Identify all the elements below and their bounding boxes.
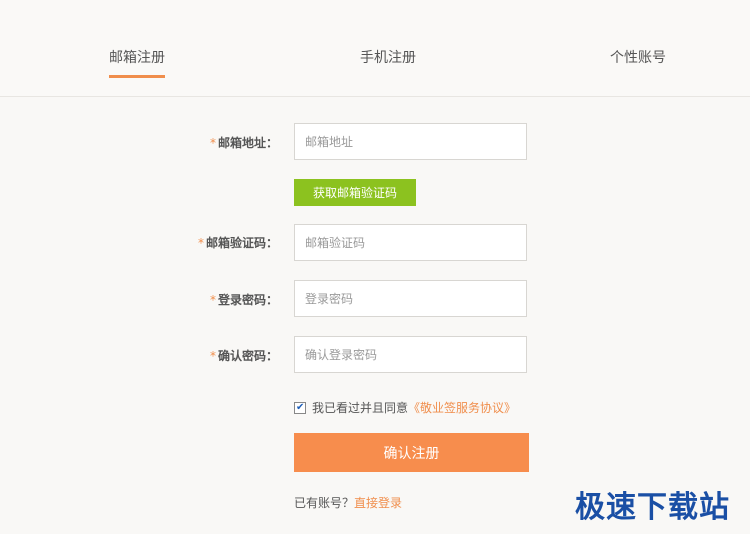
tab-phone-register[interactable]: 手机注册	[360, 47, 416, 67]
have-account-text: 已有账号？	[294, 496, 355, 510]
confirm-register-button[interactable]: 确认注册	[294, 433, 529, 472]
password-input[interactable]	[294, 280, 527, 317]
direct-login-link[interactable]: 直接登录	[354, 496, 402, 510]
have-account-row: 已有账号？直接登录	[294, 494, 402, 511]
active-tab-indicator	[109, 75, 165, 78]
required-mark: *	[209, 349, 216, 363]
password-label: * 登录密码：	[209, 293, 278, 307]
check-icon: ✔	[296, 401, 305, 413]
email-label: * 邮箱地址：	[209, 136, 278, 150]
registration-tabs: 邮箱注册 手机注册 个性账号	[0, 0, 750, 97]
required-mark: *	[197, 236, 204, 250]
tab-email-register[interactable]: 邮箱注册	[109, 47, 165, 67]
tab-custom-account[interactable]: 个性账号	[610, 47, 666, 67]
confirm-password-label: * 确认密码：	[209, 349, 278, 363]
required-mark: *	[209, 136, 216, 150]
service-agreement-link[interactable]: 《敬业签服务协议》	[408, 399, 516, 416]
get-email-code-button[interactable]: 获取邮箱验证码	[294, 179, 416, 206]
agreement-row: ✔ 我已看过并且同意 《敬业签服务协议》	[294, 399, 516, 416]
agreement-text: 我已看过并且同意	[312, 401, 409, 415]
confirm-password-input[interactable]	[294, 336, 527, 373]
agreement-checkbox[interactable]: ✔	[294, 401, 306, 414]
email-code-label: * 邮箱验证码：	[197, 236, 278, 250]
email-input[interactable]	[294, 123, 527, 160]
email-code-input[interactable]	[294, 224, 527, 261]
required-mark: *	[209, 293, 216, 307]
watermark-logo: 极速下载站	[575, 490, 730, 525]
